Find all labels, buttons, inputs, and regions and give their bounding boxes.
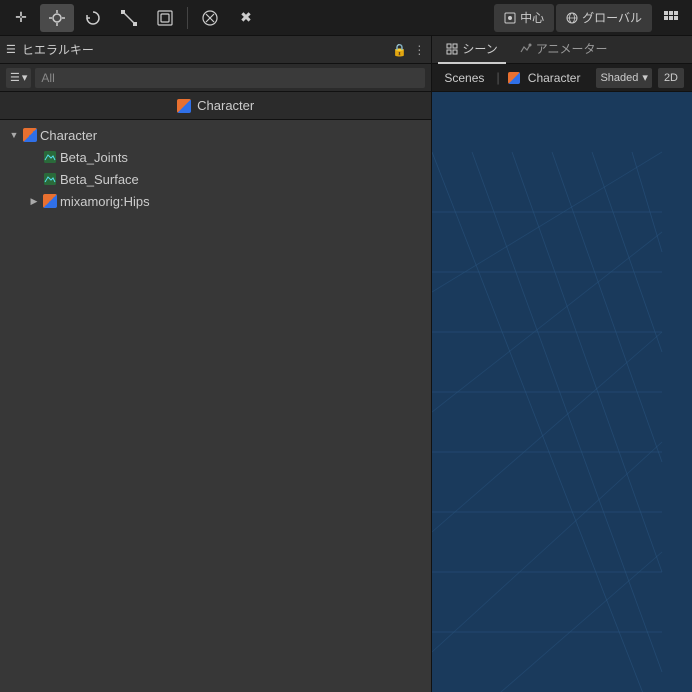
tab-separator: |: [496, 70, 499, 85]
viewport-nav-tabs: Scenes | Character: [440, 69, 584, 87]
search-bar: ☰ ▾: [0, 64, 431, 92]
dropdown-arrow: ▾: [22, 71, 28, 84]
toolbar-divider-1: [187, 7, 188, 29]
collection-name: Character: [197, 98, 254, 113]
hips-icon: [43, 194, 57, 208]
filter-icon: ☰: [10, 71, 20, 84]
pivot-center-btn[interactable]: 中心: [494, 4, 554, 32]
tab-scene[interactable]: シーン: [438, 36, 505, 64]
character-icon: [23, 128, 37, 142]
main-area: ☰ ヒエラルキー 🔒 ⋮ ☰ ▾ Character: [0, 36, 692, 692]
global-label: グローバル: [582, 9, 642, 26]
character-tab[interactable]: Character: [524, 69, 585, 87]
tree-item-beta-joints[interactable]: Beta_Joints: [0, 146, 431, 168]
panel-header: ☰ ヒエラルキー 🔒 ⋮: [0, 36, 431, 64]
hierarchy-icon: ☰: [6, 43, 16, 56]
tab-animator[interactable]: アニメーター: [512, 36, 616, 64]
cursor-tool-btn[interactable]: ✛: [4, 4, 38, 32]
rotate-tool-btn[interactable]: [76, 4, 110, 32]
search-input[interactable]: [35, 68, 425, 88]
anim-tab-label: アニメーター: [536, 40, 608, 57]
tree-item-mixamorig-hips[interactable]: mixamorig:Hips: [0, 190, 431, 212]
character-label: Character: [40, 128, 97, 143]
beta-joints-label: Beta_Joints: [60, 150, 128, 165]
viewport-area[interactable]: [432, 92, 692, 692]
snap-btn[interactable]: [654, 4, 688, 32]
right-header: シーン アニメーター: [432, 36, 692, 64]
expand-arrow-character[interactable]: [8, 129, 20, 141]
character-tab-icon: [508, 72, 520, 84]
global-btn[interactable]: グローバル: [556, 4, 652, 32]
hips-label: mixamorig:Hips: [60, 194, 150, 209]
annotate-btn[interactable]: [193, 4, 227, 32]
menu-icon[interactable]: ⋮: [413, 43, 425, 57]
pivot-label: 中心: [520, 9, 544, 26]
scale-tool-btn[interactable]: [112, 4, 146, 32]
right-panel: シーン アニメーター Scenes | Character: [432, 36, 692, 692]
collection-icon: [177, 99, 191, 113]
tree-item-beta-surface[interactable]: Beta_Surface: [0, 168, 431, 190]
viewport-grid: [432, 92, 692, 692]
expand-arrow-hips[interactable]: [28, 195, 40, 207]
scene-tab-label: シーン: [462, 40, 497, 57]
lock-icon[interactable]: 🔒: [392, 43, 407, 57]
collection-header: Character: [0, 92, 431, 120]
shading-arrow: ▾: [642, 71, 648, 84]
beta-surface-label: Beta_Surface: [60, 172, 139, 187]
viewport-header: Scenes | Character Shaded ▾ 2D: [432, 64, 692, 92]
tree-area: Character Beta_Joints: [0, 120, 431, 692]
filter-dropdown[interactable]: ☰ ▾: [6, 68, 31, 88]
tools-btn[interactable]: ✖: [229, 4, 263, 32]
tree-item-character[interactable]: Character: [0, 124, 431, 146]
scene-tab-icon: [446, 43, 458, 55]
left-panel: ☰ ヒエラルキー 🔒 ⋮ ☰ ▾ Character: [0, 36, 432, 692]
shading-label: Shaded: [600, 72, 638, 84]
view-2d-btn[interactable]: 2D: [658, 68, 684, 88]
scenes-tab[interactable]: Scenes: [440, 69, 488, 87]
panel-title: ヒエラルキー: [22, 41, 94, 58]
move-tool-btn[interactable]: [40, 4, 74, 32]
beta-surface-icon: [43, 172, 57, 186]
top-toolbar: ✛ ✖: [0, 0, 692, 36]
transform-tool-btn[interactable]: [148, 4, 182, 32]
shading-select[interactable]: Shaded ▾: [596, 68, 651, 88]
panel-header-icons: 🔒 ⋮: [392, 43, 425, 57]
beta-joints-icon: [43, 150, 57, 164]
anim-tab-icon: [520, 43, 532, 55]
